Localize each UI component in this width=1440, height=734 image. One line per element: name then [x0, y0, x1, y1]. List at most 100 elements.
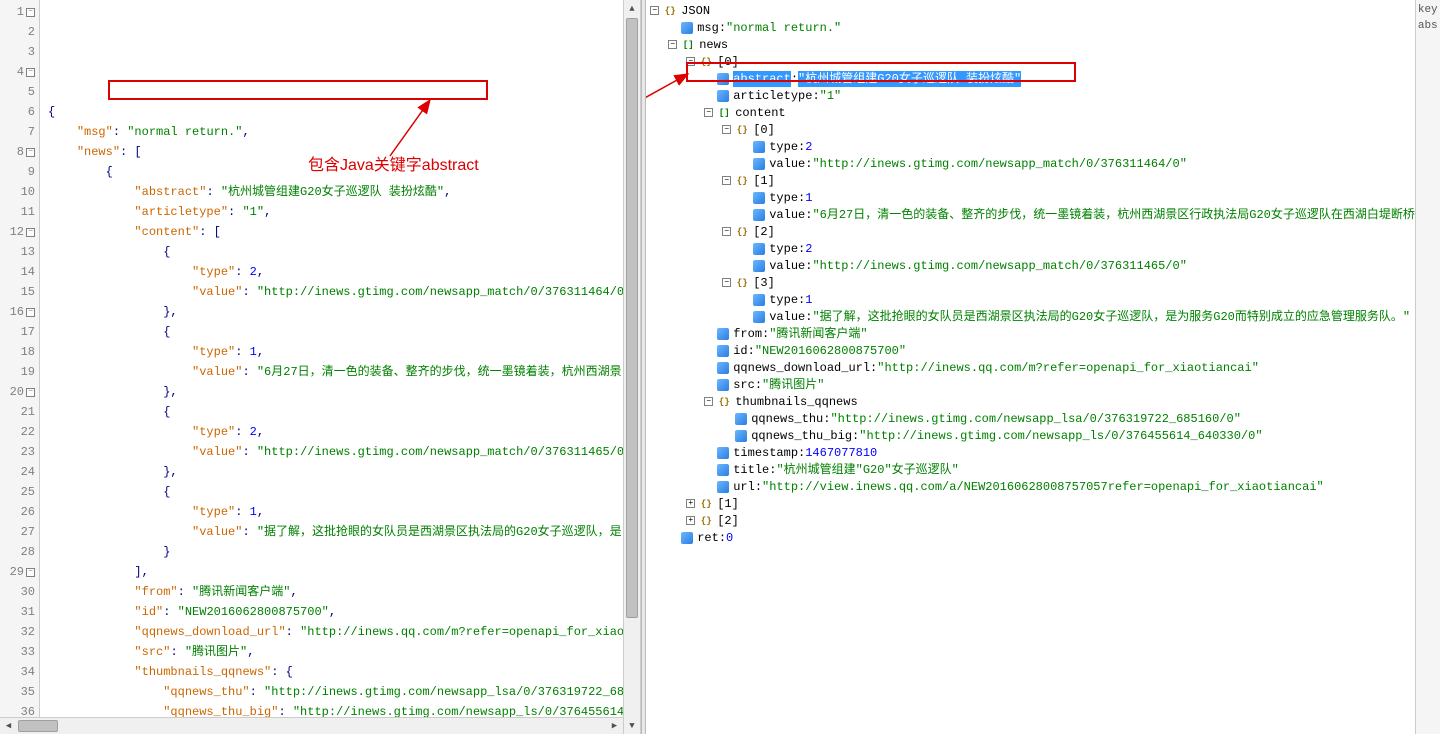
code-line[interactable]: ],: [48, 562, 623, 582]
code-line[interactable]: "articletype": "1",: [48, 202, 623, 222]
tree-node-label: type: [769, 139, 798, 155]
code-line[interactable]: "id": "NEW2016062800875700",: [48, 602, 623, 622]
json-tree[interactable]: JSONmsg : "normal return."news[0]abstrac…: [646, 0, 1415, 734]
code-line[interactable]: },: [48, 302, 623, 322]
code-line[interactable]: "type": 1,: [48, 342, 623, 362]
code-line[interactable]: }: [48, 542, 623, 562]
tree-row[interactable]: news: [646, 36, 1415, 53]
tree-row[interactable]: value : "据了解，这批抢眼的女队员是西湖景区执法局的G20女子巡逻队，是…: [646, 308, 1415, 325]
collapse-toggle-icon[interactable]: [704, 108, 713, 117]
tree-row[interactable]: qqnews_thu_big : "http://inews.gtimg.com…: [646, 427, 1415, 444]
collapse-toggle-icon[interactable]: [686, 57, 695, 66]
tree-row[interactable]: qqnews_thu : "http://inews.gtimg.com/new…: [646, 410, 1415, 427]
tree-row[interactable]: [1]: [646, 172, 1415, 189]
tree-row[interactable]: [2]: [646, 512, 1415, 529]
tree-row[interactable]: title : "杭州城管组建"G20"女子巡逻队": [646, 461, 1415, 478]
code-line[interactable]: "news": [: [48, 142, 623, 162]
code-line[interactable]: "type": 2,: [48, 262, 623, 282]
tree-row[interactable]: type : 2: [646, 240, 1415, 257]
tree-row[interactable]: from : "腾讯新闻客户端": [646, 325, 1415, 342]
code-line[interactable]: },: [48, 462, 623, 482]
code-line[interactable]: "value": "http://inews.gtimg.com/newsapp…: [48, 282, 623, 302]
tree-row[interactable]: [1]: [646, 495, 1415, 512]
tree-row[interactable]: value : "http://inews.gtimg.com/newsapp_…: [646, 155, 1415, 172]
fold-toggle-icon[interactable]: [26, 388, 35, 397]
fold-toggle-icon[interactable]: [26, 148, 35, 157]
gutter-line: 12: [0, 222, 35, 242]
tree-row[interactable]: articletype : "1": [646, 87, 1415, 104]
collapse-toggle-icon[interactable]: [722, 227, 731, 236]
code-line[interactable]: "type": 1,: [48, 502, 623, 522]
collapse-toggle-icon[interactable]: [650, 6, 659, 15]
horizontal-scrollbar-left[interactable]: ◀ ▶: [0, 717, 623, 734]
tree-row[interactable]: type : 1: [646, 291, 1415, 308]
code-line[interactable]: {: [48, 482, 623, 502]
expand-toggle-icon[interactable]: [686, 516, 695, 525]
code-line[interactable]: "qqnews_download_url": "http://inews.qq.…: [48, 622, 623, 642]
tree-row[interactable]: type : 1: [646, 189, 1415, 206]
scroll-down-icon[interactable]: ▼: [624, 717, 640, 734]
scroll-right-icon[interactable]: ▶: [606, 718, 623, 734]
scroll-up-icon[interactable]: ▲: [624, 0, 640, 17]
code-line[interactable]: "type": 2,: [48, 422, 623, 442]
tree-row[interactable]: content: [646, 104, 1415, 121]
side-label-1: key: [1418, 4, 1438, 16]
fold-toggle-icon[interactable]: [26, 228, 35, 237]
scroll-thumb-h[interactable]: [18, 720, 58, 732]
code-line[interactable]: "thumbnails_qqnews": {: [48, 662, 623, 682]
tree-row[interactable]: abstract : "杭州城管组建G20女子巡逻队 装扮炫酷": [646, 70, 1415, 87]
code-line[interactable]: "value": "6月27日，清一色的装备、整齐的步伐，统一墨镜着装，杭州西湖…: [48, 362, 623, 382]
scroll-left-icon[interactable]: ◀: [0, 718, 17, 734]
fold-toggle-icon[interactable]: [26, 8, 35, 17]
tree-row[interactable]: ret : 0: [646, 529, 1415, 546]
collapse-toggle-icon[interactable]: [722, 176, 731, 185]
tree-row[interactable]: [2]: [646, 223, 1415, 240]
tree-row[interactable]: src : "腾讯图片": [646, 376, 1415, 393]
tree-row[interactable]: [0]: [646, 53, 1415, 70]
value-icon: [753, 192, 765, 204]
tree-row[interactable]: id : "NEW2016062800875700": [646, 342, 1415, 359]
code-line[interactable]: {: [48, 102, 623, 122]
code-line[interactable]: "value": "据了解，这批抢眼的女队员是西湖景区执法局的G20女子巡逻队，…: [48, 522, 623, 542]
value-icon: [717, 464, 729, 476]
tree-row[interactable]: type : 2: [646, 138, 1415, 155]
code-line[interactable]: "abstract": "杭州城管组建G20女子巡逻队 装扮炫酷",: [48, 182, 623, 202]
fold-toggle-icon[interactable]: [26, 68, 35, 77]
code-line[interactable]: {: [48, 322, 623, 342]
collapse-toggle-icon[interactable]: [722, 125, 731, 134]
code-line[interactable]: {: [48, 242, 623, 262]
line-number: 27: [21, 522, 35, 542]
code-line[interactable]: "value": "http://inews.gtimg.com/newsapp…: [48, 442, 623, 462]
code-line[interactable]: "content": [: [48, 222, 623, 242]
tree-row[interactable]: value : "6月27日，清一色的装备、整齐的步伐，统一墨镜着装，杭州西湖景…: [646, 206, 1415, 223]
code-text-area[interactable]: 包含Java关键字abstract { "msg": "normal retur…: [40, 0, 623, 734]
code-line[interactable]: "from": "腾讯新闻客户端",: [48, 582, 623, 602]
tree-row[interactable]: [0]: [646, 121, 1415, 138]
tree-row[interactable]: [3]: [646, 274, 1415, 291]
vertical-scrollbar-left[interactable]: ▲ ▼: [623, 0, 640, 734]
fold-toggle-icon[interactable]: [26, 568, 35, 577]
tree-row[interactable]: qqnews_download_url : "http://inews.qq.c…: [646, 359, 1415, 376]
code-line[interactable]: "qqnews_thu": "http://inews.gtimg.com/ne…: [48, 682, 623, 702]
collapse-toggle-icon[interactable]: [704, 397, 713, 406]
expand-toggle-icon[interactable]: [686, 499, 695, 508]
value-icon: [717, 362, 729, 374]
tree-row[interactable]: timestamp : 1467077810: [646, 444, 1415, 461]
code-line[interactable]: "msg": "normal return.",: [48, 122, 623, 142]
gutter-line: 14: [0, 262, 35, 282]
tree-row[interactable]: url : "http://view.inews.qq.com/a/NEW201…: [646, 478, 1415, 495]
value-icon: [753, 294, 765, 306]
collapse-toggle-icon[interactable]: [668, 40, 677, 49]
tree-row[interactable]: msg : "normal return.": [646, 19, 1415, 36]
scroll-thumb-v[interactable]: [626, 18, 638, 618]
code-line[interactable]: },: [48, 382, 623, 402]
code-line[interactable]: {: [48, 402, 623, 422]
tree-row[interactable]: thumbnails_qqnews: [646, 393, 1415, 410]
code-line[interactable]: {: [48, 162, 623, 182]
tree-row[interactable]: value : "http://inews.gtimg.com/newsapp_…: [646, 257, 1415, 274]
object-icon: [735, 123, 749, 137]
collapse-toggle-icon[interactable]: [722, 278, 731, 287]
code-line[interactable]: "src": "腾讯图片",: [48, 642, 623, 662]
tree-row[interactable]: JSON: [646, 2, 1415, 19]
fold-toggle-icon[interactable]: [26, 308, 35, 317]
